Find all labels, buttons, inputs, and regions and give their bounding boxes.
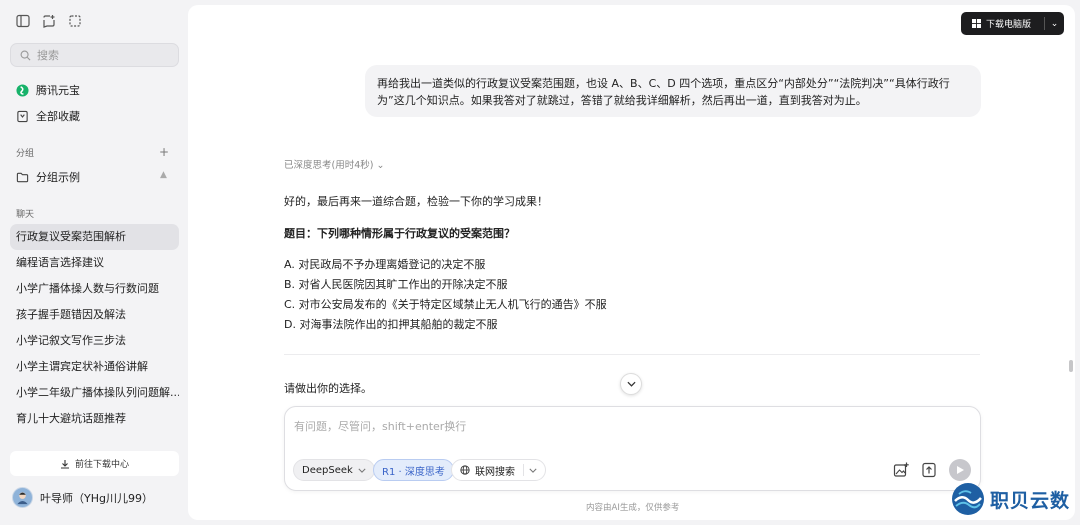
option-b: B. 对省人民医院因其旷工作出的开除决定不服 — [284, 278, 508, 291]
chat-item[interactable]: 编程语言选择建议 — [10, 250, 179, 276]
chat-item[interactable]: 小学主谓宾定状补通俗讲解 — [10, 354, 179, 380]
option-c: C. 对市公安局发布的《关于特定区域禁止无人机飞行的通告》不服 — [284, 298, 607, 311]
nav-favorites[interactable]: 全部收藏 — [16, 108, 80, 124]
sidebar-toggle-icon[interactable] — [16, 14, 30, 28]
download-pc-button[interactable]: 下载电脑版 ⌄ — [961, 12, 1064, 35]
chat-item[interactable]: 小学广播体操人数与行数问题 — [10, 276, 179, 302]
search-input[interactable]: 搜索 — [10, 43, 179, 67]
user-profile[interactable]: 叶导师（YHg川儿99） — [12, 487, 153, 508]
model-selector[interactable]: DeepSeek — [293, 459, 375, 481]
question-title: 题目：下列哪种情形属于行政复议的受案范围？ — [284, 227, 515, 240]
new-chat-icon[interactable] — [42, 14, 56, 28]
chat-panel: 下载电脑版 ⌄ 再给我出一道类似的行政复议受案范围题，也设 A、B、C、D 四个… — [188, 5, 1075, 520]
download-center-label: 前往下载中心 — [74, 460, 129, 470]
thinking-label: 已深度思考(用时4秒) — [284, 160, 374, 171]
group-item-example[interactable]: 分组示例 — [16, 169, 80, 185]
send-button[interactable] — [949, 459, 971, 481]
user-avatar-icon — [17, 492, 28, 505]
web-search-toggle[interactable]: 联网搜索 — [451, 459, 546, 481]
yuanbao-logo-icon — [16, 83, 29, 97]
send-icon — [957, 466, 964, 474]
download-icon — [60, 459, 69, 469]
option-a: A. 对民政局不予办理离婚登记的决定不服 — [284, 258, 486, 271]
pin-icon[interactable]: ▲ — [160, 170, 167, 180]
chat-section-label: 聊天 — [16, 210, 35, 220]
user-name: 叶导师（YHg川儿99） — [40, 491, 153, 505]
pill-separator — [523, 464, 524, 476]
composer-input[interactable]: 有问题，尽管问，shift+enter换行 — [294, 418, 466, 434]
sidebar-top-actions — [16, 14, 82, 28]
answer-prompt: 请做出你的选择。 — [284, 382, 372, 395]
file-upload-icon[interactable] — [921, 462, 937, 478]
nav-yuanbao[interactable]: 腾讯元宝 — [16, 82, 80, 98]
add-group-icon[interactable]: + — [159, 145, 169, 159]
chat-item[interactable]: 育儿十大避坑话题推荐 — [10, 406, 179, 432]
user-message-bubble: 再给我出一道类似的行政复议受案范围题，也设 A、B、C、D 四个选项，重点区分“… — [365, 65, 981, 117]
chevron-down-icon[interactable]: ⌄ — [1045, 19, 1064, 29]
watermark: 职贝云数 — [951, 482, 1070, 516]
chat-item[interactable]: 小学二年级广播体操队列问题解... — [10, 380, 179, 406]
search-placeholder: 搜索 — [37, 49, 59, 62]
ai-disclaimer: 内容由AI生成，仅供参考 — [586, 503, 680, 513]
watermark-logo-icon — [952, 483, 984, 515]
group-section-label: 分组 — [16, 149, 35, 159]
avatar — [12, 487, 33, 508]
web-search-label: 联网搜索 — [475, 466, 515, 478]
nav-favorites-label: 全部收藏 — [36, 110, 80, 123]
search-icon — [20, 50, 31, 60]
download-pc-label: 下载电脑版 — [986, 20, 1032, 30]
chat-list: 行政复议受案范围解析 编程语言选择建议 小学广播体操人数与行数问题 孩子握手题错… — [10, 224, 179, 432]
sidebar: 搜索 腾讯元宝 全部收藏 分组 + 分组示例 ▲ 聊天 行政复议受案范围解析 编… — [0, 0, 188, 525]
globe-icon — [460, 465, 470, 475]
watermark-text: 职贝云数 — [990, 489, 1071, 512]
deep-think-label: R1 · 深度思考 — [382, 466, 445, 478]
divider — [284, 354, 980, 355]
chat-item-active[interactable]: 行政复议受案范围解析 — [10, 224, 179, 250]
thinking-status[interactable]: 已深度思考(用时4秒) ⌄ — [284, 157, 384, 171]
group-item-label: 分组示例 — [36, 171, 80, 184]
chevron-down-icon — [358, 468, 366, 473]
nav-yuanbao-label: 腾讯元宝 — [36, 84, 80, 97]
chevron-down-icon[interactable] — [529, 468, 537, 473]
scroll-down-button[interactable] — [620, 373, 642, 395]
screenshot-icon[interactable] — [68, 14, 82, 28]
option-d: D. 对海事法院作出的扣押其船舶的裁定不服 — [284, 318, 498, 331]
scrollbar-thumb[interactable] — [1069, 360, 1073, 372]
chat-item[interactable]: 孩子握手题错因及解法 — [10, 302, 179, 328]
answer-intro: 好的，最后再来一道综合题，检验一下你的学习成果！ — [284, 195, 548, 208]
bookmark-icon — [17, 110, 28, 122]
windows-icon — [972, 19, 981, 28]
model-label: DeepSeek — [302, 464, 353, 476]
chat-item[interactable]: 小学记叙文写作三步法 — [10, 328, 179, 354]
thinking-chevron-icon: ⌄ — [376, 160, 385, 171]
download-center-button[interactable]: 前往下载中心 — [10, 451, 179, 476]
composer[interactable]: 有问题，尽管问，shift+enter换行 DeepSeek R1 · 深度思考… — [284, 406, 981, 491]
image-upload-icon[interactable] — [893, 462, 909, 478]
folder-icon — [16, 172, 29, 182]
chevron-down-icon — [626, 381, 636, 387]
deep-think-toggle[interactable]: R1 · 深度思考 — [373, 459, 454, 481]
composer-tools — [893, 459, 971, 481]
